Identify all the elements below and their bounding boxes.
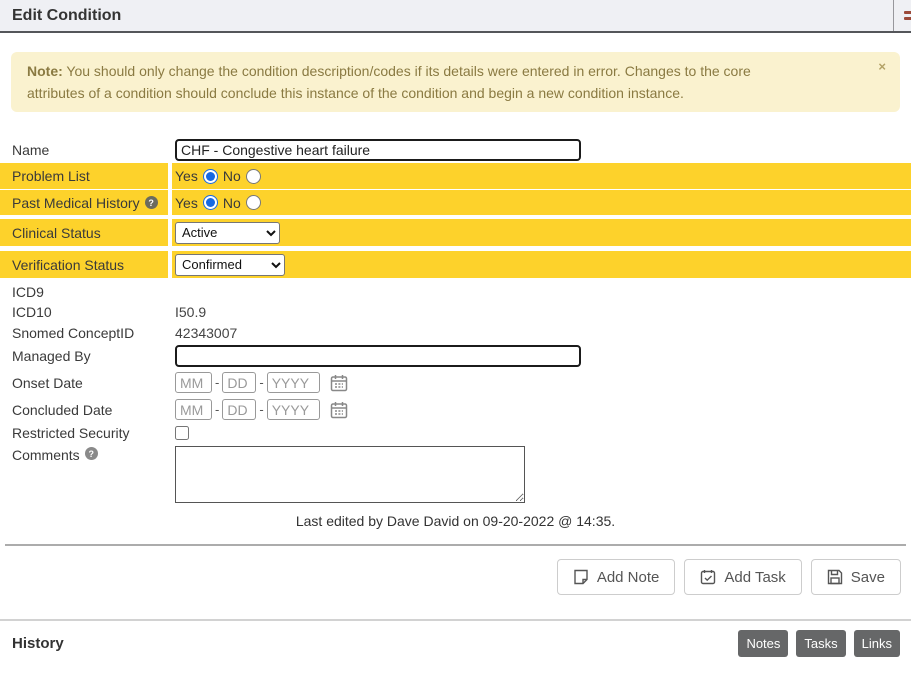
- help-icon[interactable]: ?: [85, 447, 98, 460]
- action-buttons: Add Note Add Task Save: [0, 559, 901, 595]
- icd10-label: ICD10: [0, 302, 168, 322]
- comments-label: Comments: [12, 447, 80, 463]
- date-separator: -: [215, 375, 219, 390]
- problem-list-row: Problem List Yes No: [0, 163, 911, 189]
- tasks-button[interactable]: Tasks: [796, 630, 845, 657]
- save-icon: [827, 569, 843, 585]
- yes-label: Yes: [175, 168, 198, 184]
- concluded-month-input[interactable]: [175, 399, 212, 420]
- clinical-status-select[interactable]: Active: [175, 222, 280, 244]
- links-button[interactable]: Links: [854, 630, 900, 657]
- verification-status-row: Verification Status Confirmed: [0, 251, 911, 278]
- onset-month-input[interactable]: [175, 372, 212, 393]
- problem-list-label: Problem List: [0, 163, 168, 189]
- page-title: Edit Condition: [0, 7, 121, 25]
- save-button[interactable]: Save: [811, 559, 901, 595]
- panel-header: Edit Condition: [0, 0, 911, 33]
- add-note-button[interactable]: Add Note: [557, 559, 676, 595]
- note-line1: You should only change the condition des…: [66, 63, 620, 79]
- verification-status-label: Verification Status: [0, 251, 168, 278]
- past-medical-history-row: Past Medical History ? Yes No: [0, 190, 911, 215]
- name-label: Name: [0, 137, 168, 163]
- date-separator: -: [259, 375, 263, 390]
- icd10-value: I50.9: [172, 302, 911, 322]
- yes-label: Yes: [175, 195, 198, 211]
- snomed-row: Snomed ConceptID 42343007: [0, 322, 911, 343]
- no-label: No: [223, 168, 241, 184]
- note-prefix: Note:: [27, 63, 63, 79]
- header-right-panel: [893, 0, 911, 31]
- problem-list-yes-radio[interactable]: [203, 169, 218, 184]
- add-task-button[interactable]: Add Task: [684, 559, 801, 595]
- warning-note-text: Note: You should only change the conditi…: [27, 60, 807, 104]
- notes-button[interactable]: Notes: [738, 630, 788, 657]
- calendar-check-icon: [700, 569, 716, 585]
- date-separator: -: [215, 402, 219, 417]
- managed-by-input[interactable]: [175, 345, 581, 367]
- comments-row: Comments ?: [0, 443, 911, 505]
- onset-date-row: Onset Date - -: [0, 369, 911, 396]
- close-icon[interactable]: ×: [878, 60, 886, 73]
- divider: [5, 544, 906, 546]
- managed-by-row: Managed By: [0, 343, 911, 369]
- menu-icon-bar: [904, 17, 911, 20]
- clinical-status-label: Clinical Status: [0, 219, 168, 246]
- no-label: No: [223, 195, 241, 211]
- onset-day-input[interactable]: [222, 372, 256, 393]
- note-icon: [573, 569, 589, 585]
- name-input[interactable]: [175, 139, 581, 161]
- restricted-security-checkbox[interactable]: [175, 426, 189, 440]
- past-medical-history-yes-radio[interactable]: [203, 195, 218, 210]
- icd9-label: ICD9: [0, 282, 168, 302]
- snomed-value: 42343007: [172, 322, 911, 343]
- concluded-date-row: Concluded Date - -: [0, 396, 911, 423]
- history-title: History: [12, 635, 64, 652]
- calendar-icon[interactable]: [330, 374, 348, 392]
- icd10-row: ICD10 I50.9: [0, 302, 911, 322]
- warning-note: Note: You should only change the conditi…: [11, 52, 900, 112]
- past-medical-history-label: Past Medical History: [12, 195, 140, 211]
- name-row: Name: [0, 137, 911, 163]
- last-edited-text: Last edited by Dave David on 09-20-2022 …: [0, 513, 911, 529]
- onset-date-label: Onset Date: [0, 369, 168, 396]
- concluded-day-input[interactable]: [222, 399, 256, 420]
- history-section: History Notes Tasks Links: [0, 630, 911, 657]
- restricted-security-row: Restricted Security: [0, 423, 911, 443]
- icd9-value: [172, 282, 911, 302]
- edit-condition-form: Name Problem List Yes No Past Medical Hi…: [0, 137, 911, 529]
- icd9-row: ICD9: [0, 282, 911, 302]
- problem-list-no-radio[interactable]: [246, 169, 261, 184]
- menu-icon[interactable]: [904, 11, 911, 14]
- restricted-security-label: Restricted Security: [0, 423, 168, 443]
- clinical-status-row: Clinical Status Active: [0, 219, 911, 246]
- snomed-label: Snomed ConceptID: [0, 322, 168, 343]
- onset-year-input[interactable]: [267, 372, 320, 393]
- past-medical-history-no-radio[interactable]: [246, 195, 261, 210]
- date-separator: -: [259, 402, 263, 417]
- help-icon[interactable]: ?: [145, 196, 158, 209]
- calendar-icon[interactable]: [330, 401, 348, 419]
- divider: [0, 619, 911, 621]
- managed-by-label: Managed By: [0, 343, 168, 369]
- concluded-date-label: Concluded Date: [0, 396, 168, 423]
- comments-textarea[interactable]: [175, 446, 525, 503]
- concluded-year-input[interactable]: [267, 399, 320, 420]
- verification-status-select[interactable]: Confirmed: [175, 254, 285, 276]
